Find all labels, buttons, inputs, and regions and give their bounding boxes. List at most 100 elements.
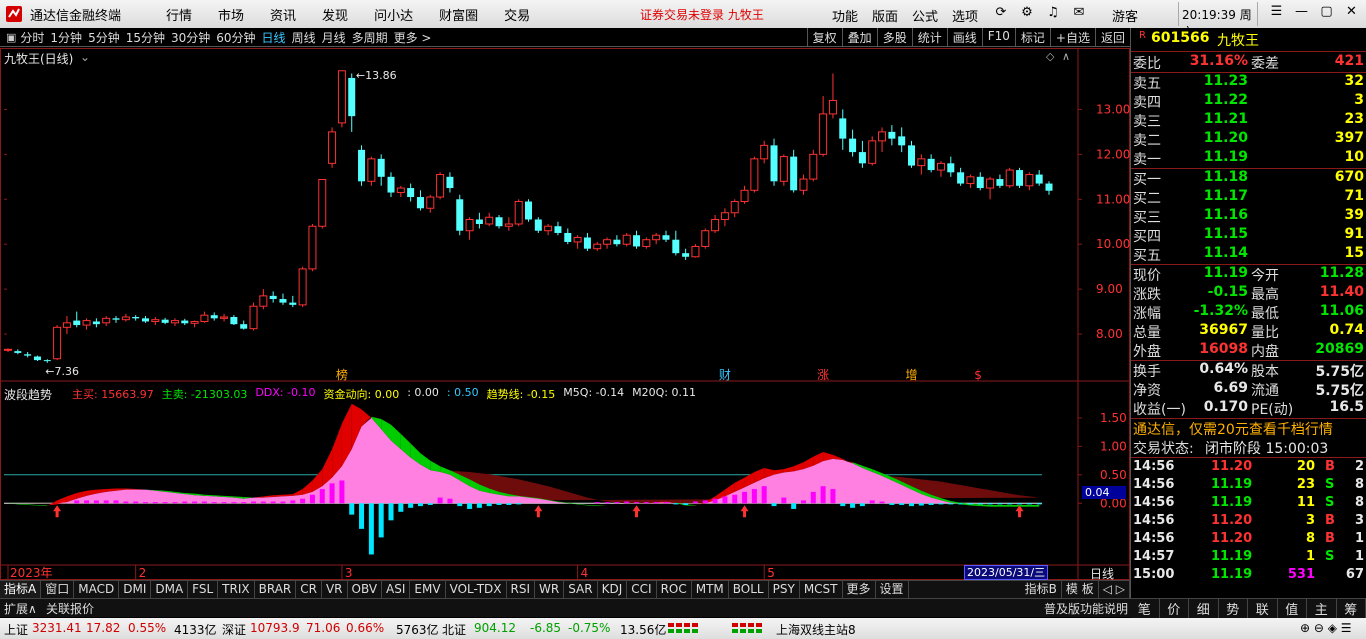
period-multi[interactable]: 多周期 <box>352 29 388 46</box>
indicator-tab-15[interactable]: WR <box>535 581 565 598</box>
promo-banner[interactable]: 通达信，仅需20元查看千档行情 <box>1131 419 1366 438</box>
indicator-tab-23[interactable]: MCST <box>800 581 843 598</box>
period-monthly[interactable]: 月线 <box>322 29 346 46</box>
calendar-icon[interactable]: ▣ <box>6 31 16 44</box>
menu-gongshi[interactable]: 公式 <box>912 6 938 25</box>
menu-caifuquan[interactable]: 财富圈 <box>439 5 478 24</box>
sh-label[interactable]: 上证 <box>4 621 28 638</box>
promo-text[interactable]: 通达信，仅需20元查看千档行情 <box>1133 419 1333 439</box>
indicator-tab-0[interactable]: 指标A <box>0 581 42 598</box>
btn-add-favorite[interactable]: +自选 <box>1049 28 1095 47</box>
btn-huaxian[interactable]: 画线 <box>946 28 982 47</box>
status-icons[interactable]: ⊕ ⊖ ◈ ☰ <box>1300 621 1352 635</box>
minimize-icon[interactable]: — <box>1289 4 1314 19</box>
btn-back[interactable]: 返回 <box>1094 28 1130 47</box>
panel-button-5[interactable]: 值 <box>1278 599 1307 618</box>
period-60min[interactable]: 60分钟 <box>216 29 255 46</box>
btn-diejia[interactable]: 叠加 <box>841 28 877 47</box>
settings-icon[interactable]: ⚙ <box>1014 5 1040 20</box>
panel-button-1[interactable]: 价 <box>1160 599 1189 618</box>
menu-jiaoyi[interactable]: 交易 <box>504 5 530 24</box>
indicator-tab-6[interactable]: TRIX <box>218 581 255 598</box>
candle-body <box>92 321 100 325</box>
menu-shichang[interactable]: 市场 <box>218 5 244 24</box>
btn-tongji[interactable]: 统计 <box>911 28 947 47</box>
close-icon[interactable]: ✕ <box>1339 4 1364 19</box>
indicator-tab-7[interactable]: BRAR <box>255 581 297 598</box>
event-mark[interactable]: 财 <box>719 368 731 382</box>
chart-title-dropdown-icon[interactable]: ⌄ <box>80 50 90 64</box>
indicator-tab-12[interactable]: EMV <box>410 581 446 598</box>
event-mark[interactable]: 榜 <box>336 367 348 382</box>
panel-button-7[interactable]: 筹 <box>1337 599 1366 618</box>
panel-button-6[interactable]: 主 <box>1307 599 1337 618</box>
kline-chart[interactable]: 13.00 12.00 11.00 10.00 9.00 8.00 ←13.86 ←7.36 榜… <box>0 48 1130 598</box>
indicator-tab-22[interactable]: PSY <box>769 581 800 598</box>
period-1min[interactable]: 1分钟 <box>50 29 82 46</box>
menu-wenxiaoda[interactable]: 问小达 <box>374 5 413 24</box>
trend-ribbon <box>37 504 48 507</box>
indicator-tab-16[interactable]: SAR <box>564 581 598 598</box>
period-fenshi[interactable]: 分时 <box>20 29 44 46</box>
btn-fuquan[interactable]: 复权 <box>806 28 842 47</box>
event-mark[interactable]: 涨 <box>817 367 829 382</box>
panel-button-3[interactable]: 势 <box>1219 599 1248 618</box>
btn-biaoji[interactable]: 标记 <box>1014 28 1050 47</box>
collapse-icon[interactable]: ∧ <box>1062 50 1070 63</box>
btn-duogu[interactable]: 多股 <box>876 28 912 47</box>
maximize-icon[interactable]: ▢ <box>1314 4 1339 19</box>
indicator-tab-8[interactable]: CR <box>296 581 322 598</box>
indicator-tab-24[interactable]: 更多 <box>843 581 876 598</box>
guest-user[interactable]: 游客 <box>1112 6 1138 25</box>
sz-label[interactable]: 深证 <box>222 621 246 638</box>
refresh-icon[interactable]: ⟳ <box>988 5 1014 20</box>
menu-icon[interactable]: ☰ <box>1264 4 1289 19</box>
indicator-tab-4[interactable]: DMA <box>151 581 189 598</box>
indicator-tab-right-0[interactable]: 指标B <box>1021 581 1062 598</box>
bell-icon[interactable]: ♫ <box>1040 5 1066 20</box>
menu-hangqing[interactable]: 行情 <box>166 5 192 24</box>
server-name[interactable]: 上海双线主站8 <box>776 621 856 638</box>
panel-button-0[interactable]: 笔 <box>1130 599 1160 618</box>
period-more[interactable]: 更多 > <box>394 29 432 46</box>
indicator-tab-14[interactable]: RSI <box>507 581 536 598</box>
indicator-tab-13[interactable]: VOL-TDX <box>446 581 507 598</box>
indicator-tab-9[interactable]: VR <box>322 581 348 598</box>
bz-label[interactable]: 北证 <box>442 621 466 638</box>
event-mark[interactable]: $ <box>974 368 982 382</box>
mail-icon[interactable]: ✉ <box>1066 5 1092 20</box>
diamond-icon[interactable]: ◇ <box>1046 50 1055 63</box>
indicator-tab-18[interactable]: CCI <box>627 581 657 598</box>
menu-banmian[interactable]: 版面 <box>872 6 898 25</box>
indicator-tab-25[interactable]: 设置 <box>876 581 909 598</box>
indicator-tab-11[interactable]: ASI <box>382 581 411 598</box>
menu-faxian[interactable]: 发现 <box>322 5 348 24</box>
period-weekly[interactable]: 周线 <box>292 29 316 46</box>
event-mark[interactable]: 增 <box>906 368 918 382</box>
panel-button-2[interactable]: 细 <box>1189 599 1219 618</box>
indicator-tab-1[interactable]: 窗口 <box>41 581 75 598</box>
period-5min[interactable]: 5分钟 <box>88 29 120 46</box>
related-quote-button[interactable]: 关联报价 <box>46 600 94 617</box>
indicator-tab-17[interactable]: KDJ <box>598 581 628 598</box>
indicator-tab-2[interactable]: MACD <box>74 581 120 598</box>
menu-xuanxiang[interactable]: 选项 <box>952 6 978 25</box>
indicator-tab-21[interactable]: BOLL <box>729 581 769 598</box>
version-help-link[interactable]: 普及版功能说明 <box>1044 600 1128 617</box>
menu-gongneng[interactable]: 功能 <box>832 6 858 25</box>
indicator-tab-3[interactable]: DMI <box>119 581 152 598</box>
indicator-tab-20[interactable]: MTM <box>692 581 729 598</box>
menu-zixun[interactable]: 资讯 <box>270 5 296 24</box>
indicator-tab-right-2[interactable]: ◁ ▷ <box>1099 581 1130 598</box>
period-30min[interactable]: 30分钟 <box>171 29 210 46</box>
indicator-tab-19[interactable]: ROC <box>657 581 692 598</box>
trade-login-warning[interactable]: 证券交易未登录 九牧王 <box>640 6 764 23</box>
indicator-tab-5[interactable]: FSL <box>188 581 219 598</box>
btn-f10[interactable]: F10 <box>981 28 1015 47</box>
indicator-tab-10[interactable]: OBV <box>348 581 383 598</box>
indicator-tab-right-1[interactable]: 模 板 <box>1062 581 1099 598</box>
panel-button-4[interactable]: 联 <box>1248 599 1278 618</box>
period-daily[interactable]: 日线 <box>262 29 286 46</box>
period-15min[interactable]: 15分钟 <box>126 29 165 46</box>
expand-button[interactable]: 扩展∧ <box>4 600 37 617</box>
